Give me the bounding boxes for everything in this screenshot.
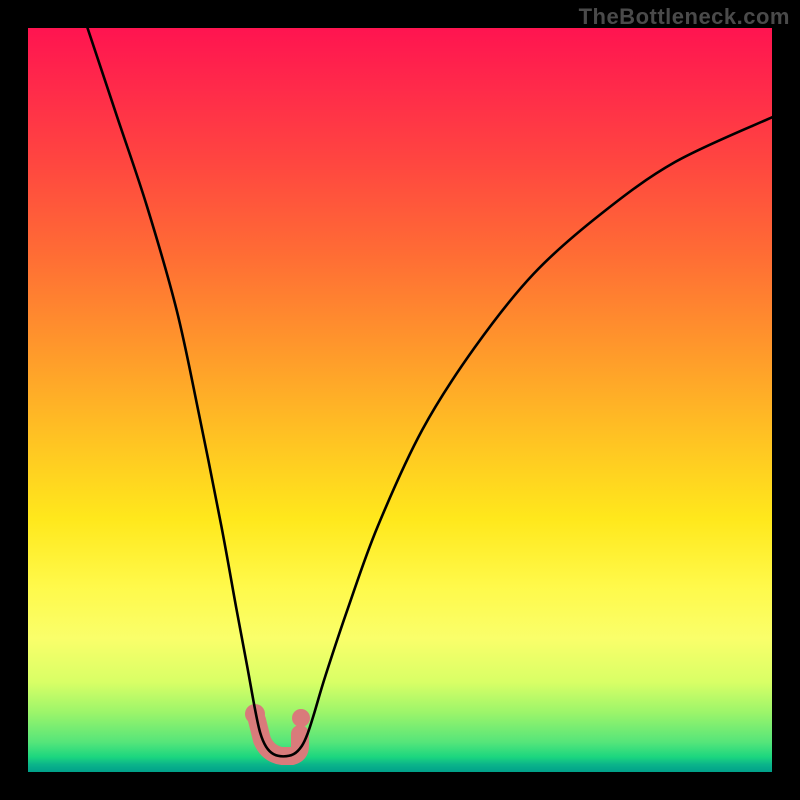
highlight-path xyxy=(257,720,300,756)
watermark-text: TheBottleneck.com xyxy=(579,4,790,30)
chart-frame: TheBottleneck.com xyxy=(0,0,800,800)
bottleneck-curve xyxy=(88,28,772,756)
highlight-end-dot xyxy=(292,709,310,727)
chart-overlay xyxy=(28,28,772,772)
plot-area xyxy=(28,28,772,772)
